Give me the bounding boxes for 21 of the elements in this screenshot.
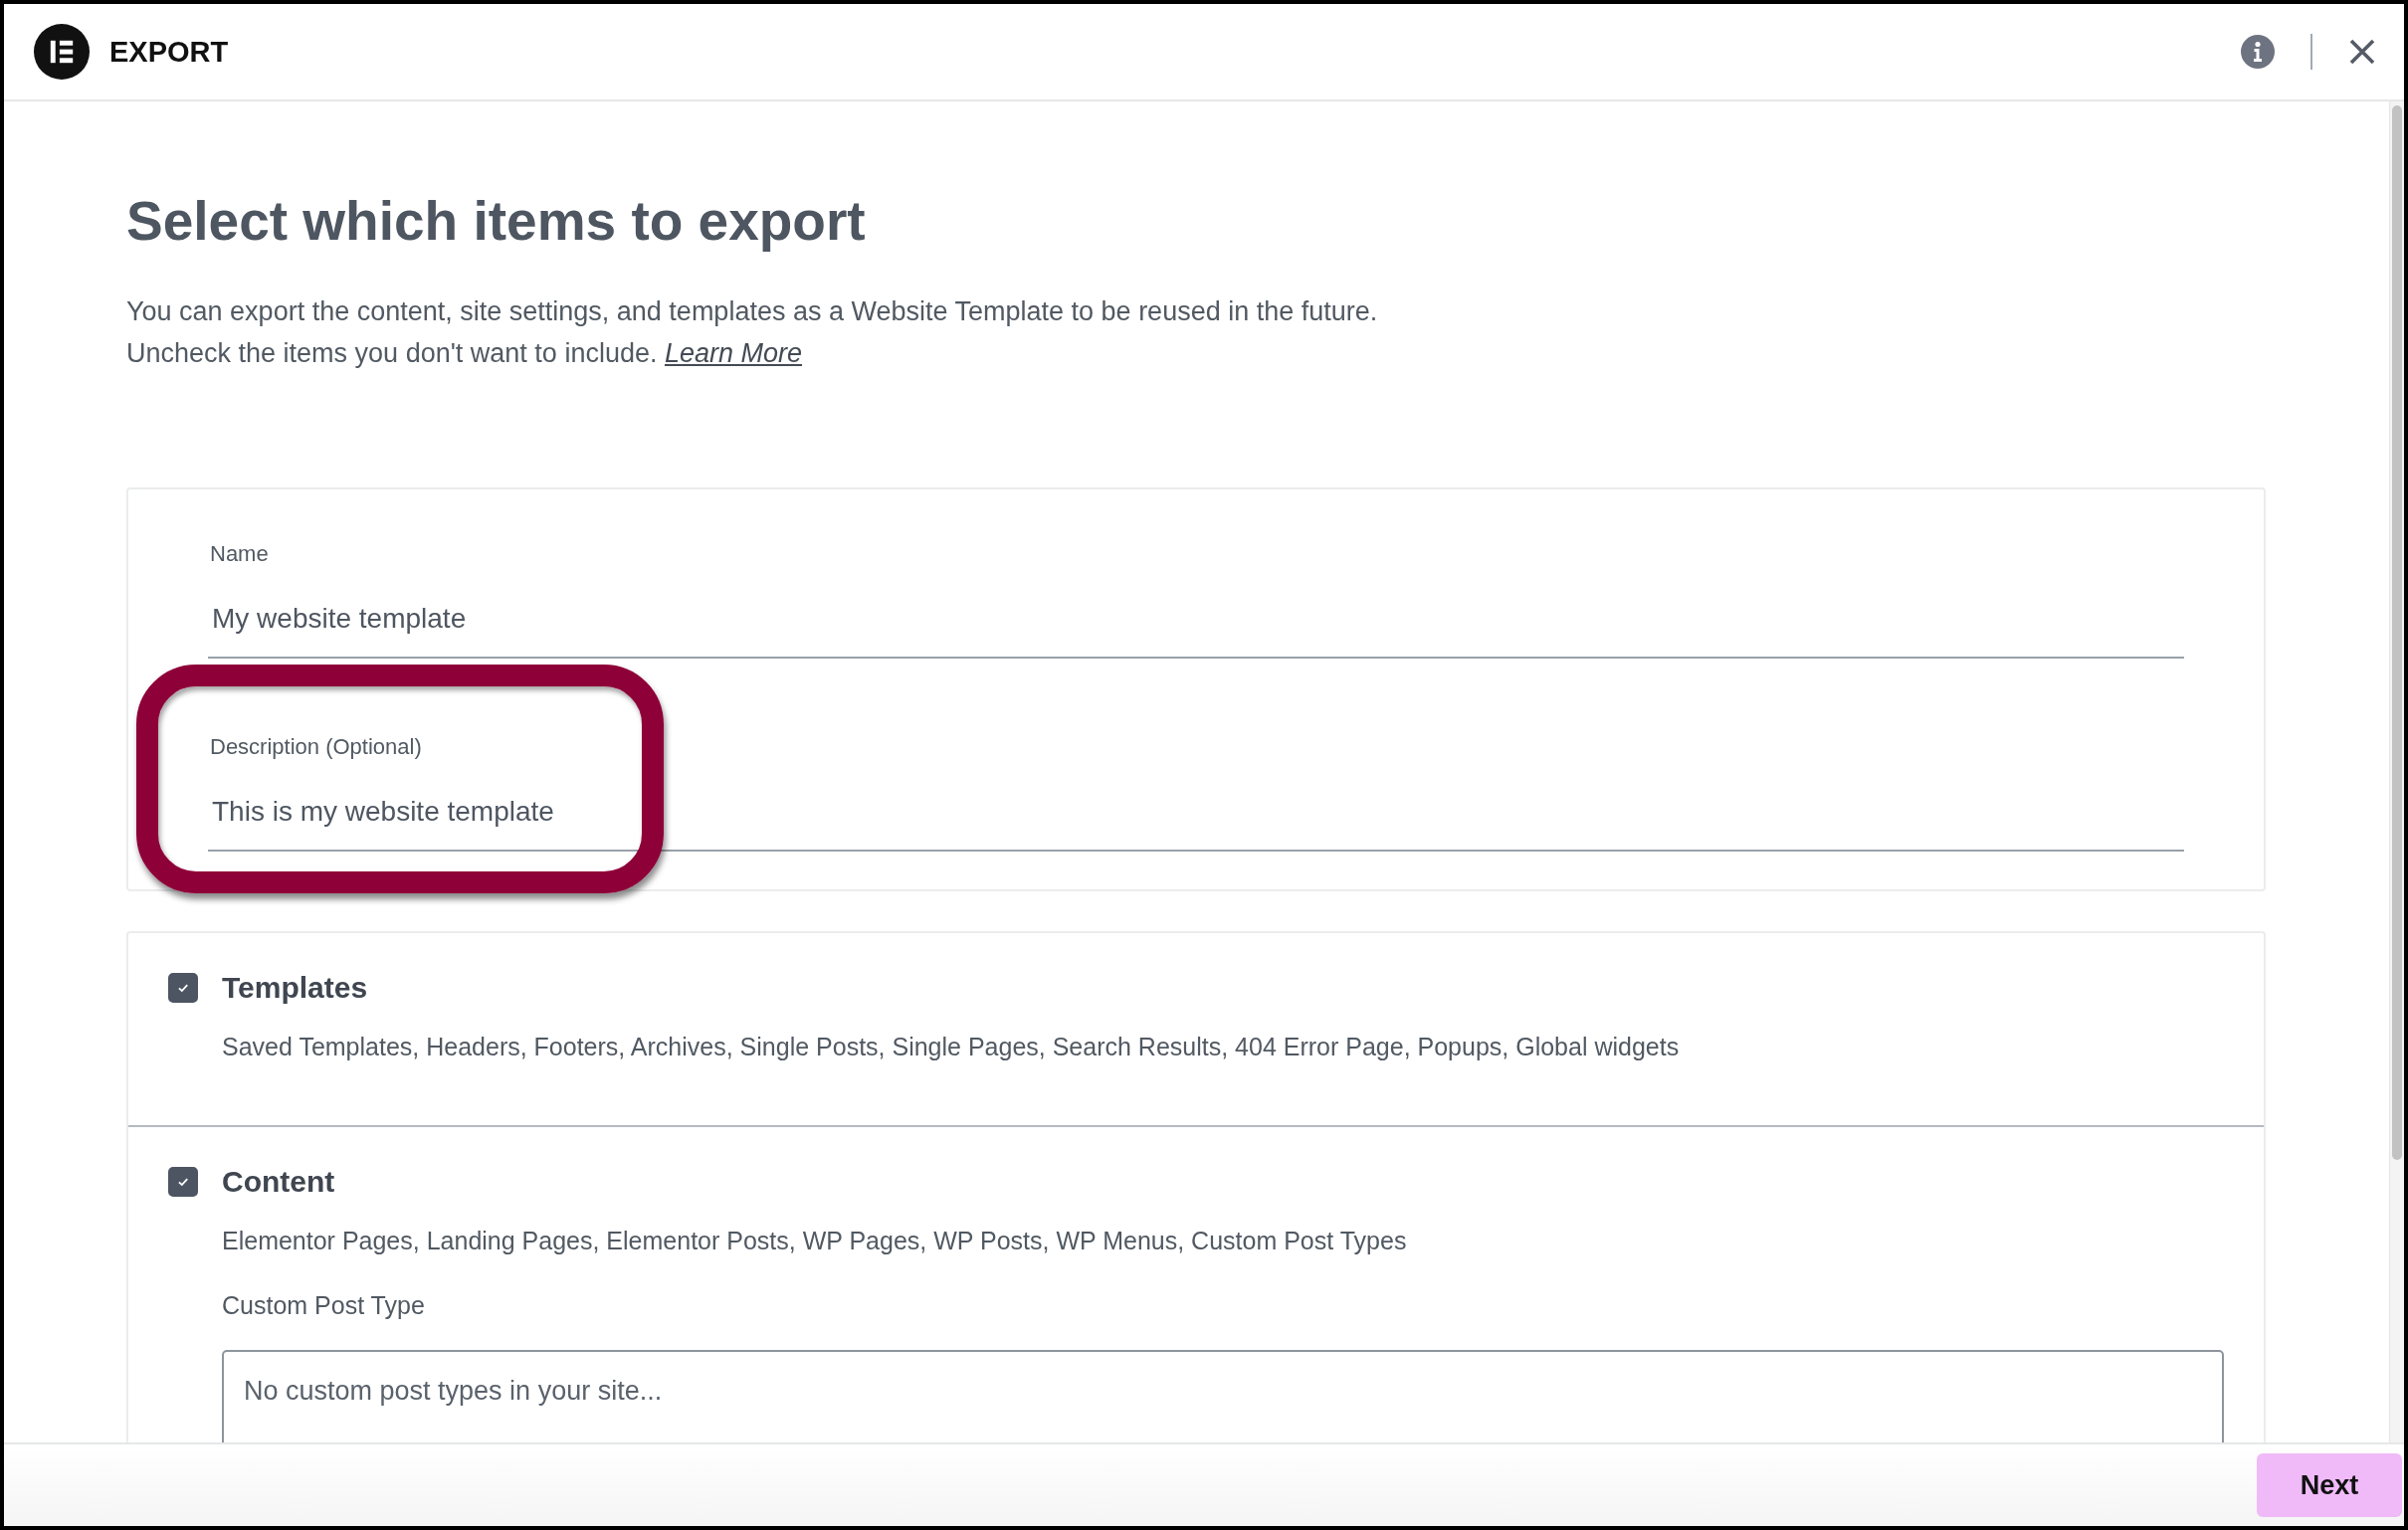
intro-text: Uncheck the items you don't want to include. [126, 338, 658, 368]
info-icon[interactable] [2241, 35, 2275, 69]
section-description: Saved Templates, Headers, Footers, Archives, Single Posts, Single Pages, Search Results, 404 Error Page, Popups, Global widgets [222, 1033, 1681, 1061]
logo-icon [34, 24, 90, 80]
text-field[interactable]: This is my website template [208, 794, 2184, 852]
learn-more-link[interactable]: Learn More [664, 338, 803, 368]
intro-text: You can export the content, site settings, and templates as a Website Template to be reused in the future. [126, 295, 1379, 328]
section-description: Elementor Pages, Landing Pages, Elementor Posts, WP Pages, WP Posts, WP Menus, Custom Post Types [222, 1227, 1408, 1255]
checkbox[interactable] [168, 973, 198, 1003]
field-label: Name [210, 541, 270, 567]
field-label: Description (Optional) [210, 734, 423, 760]
header-title: EXPORT [109, 35, 229, 69]
next-button[interactable]: Next [2257, 1453, 2402, 1517]
scrollbar[interactable] [2389, 101, 2404, 1442]
section-title: Templates [222, 971, 368, 1005]
close-icon[interactable] [2348, 38, 2376, 66]
field-label: Custom Post Type [222, 1291, 426, 1320]
checkbox[interactable] [168, 1167, 198, 1197]
section-title: Content [222, 1165, 335, 1199]
text-field[interactable]: My website template [208, 601, 2184, 659]
page-heading: Select which items to export [126, 189, 867, 253]
